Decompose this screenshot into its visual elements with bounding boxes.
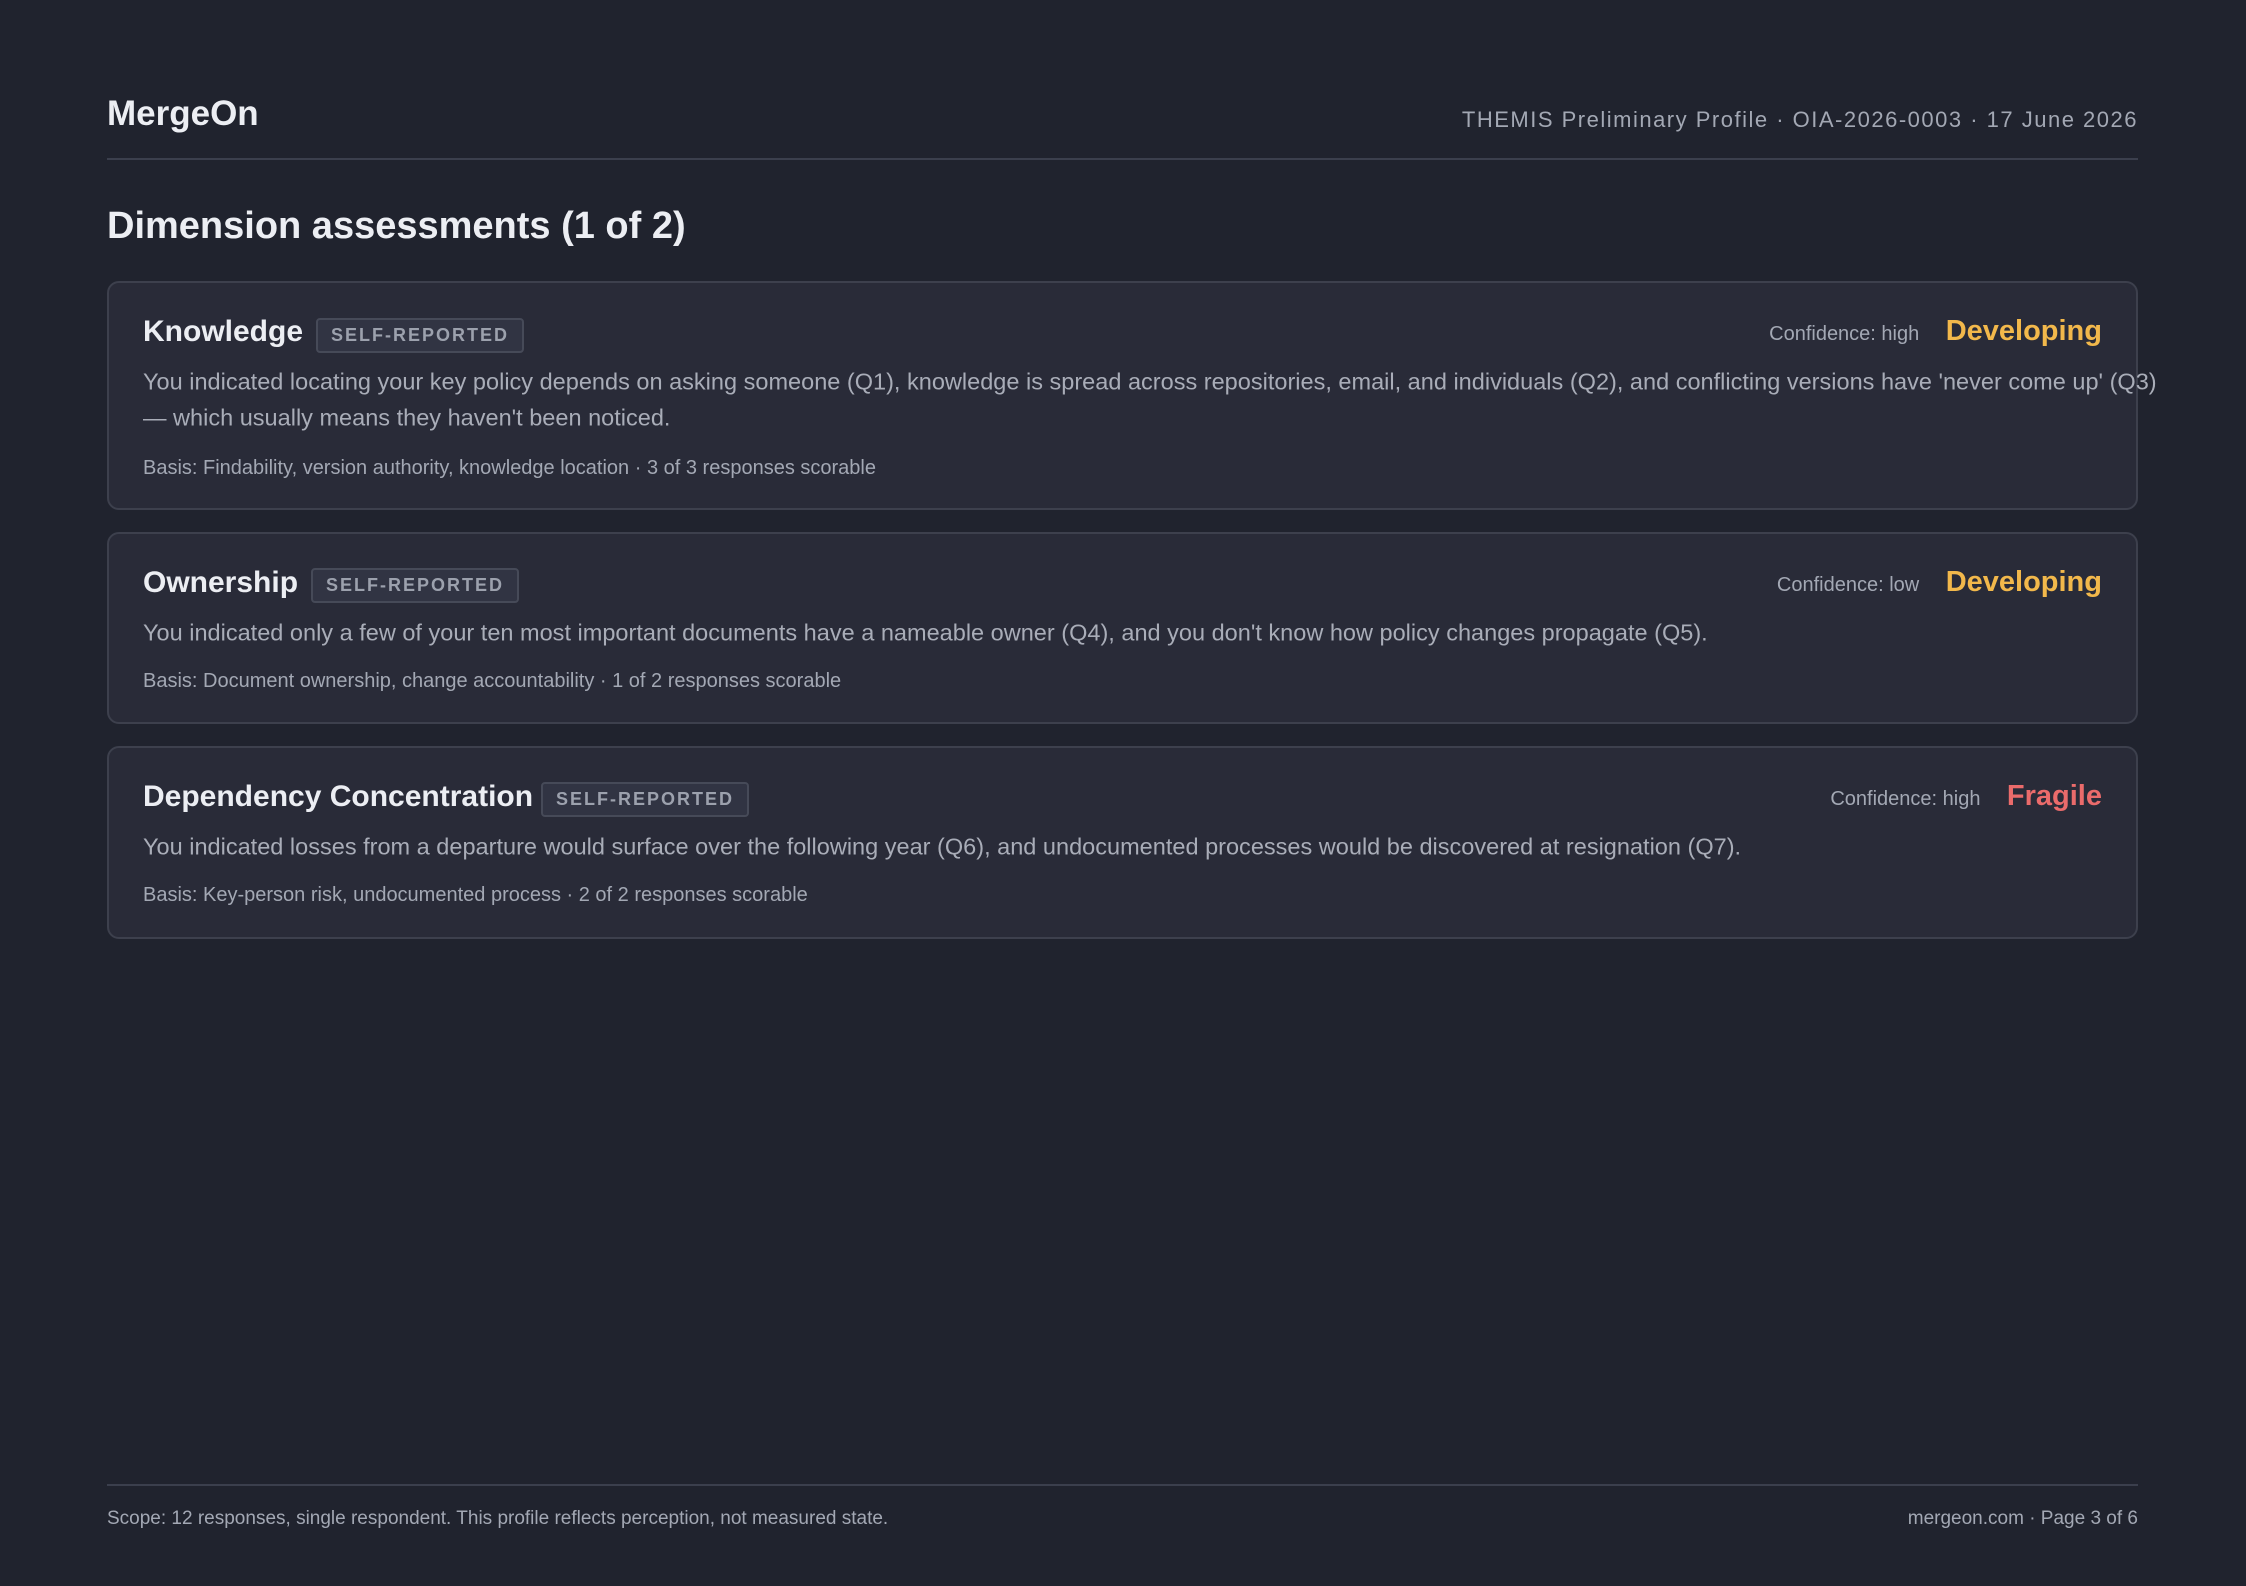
dimension-name: Ownership bbox=[143, 566, 299, 599]
dimension-status: Confidence: high Fragile bbox=[1830, 780, 2102, 813]
dimension-description: You indicated losses from a departure wo… bbox=[143, 833, 1742, 861]
dimension-card-ownership: Ownership SELF-REPORTED Confidence: low … bbox=[107, 532, 2138, 724]
dimension-description: You indicated only a few of your ten mos… bbox=[143, 619, 1708, 647]
page-footer: Scope: 12 responses, single respondent. … bbox=[107, 1484, 2138, 1529]
dimension-description: You indicated locating your key policy d… bbox=[143, 368, 2157, 432]
confidence-label: Confidence: low bbox=[1776, 574, 1920, 596]
dimension-status: Confidence: high Developing bbox=[1769, 315, 2102, 348]
dimension-card-knowledge: Knowledge SELF-REPORTED Confidence: high… bbox=[107, 281, 2157, 510]
rating-label: Fragile bbox=[2006, 780, 2102, 812]
self-reported-badge: SELF-REPORTED bbox=[541, 782, 750, 817]
self-reported-badge: SELF-REPORTED bbox=[316, 318, 525, 353]
report-page: MergeOn THEMIS Preliminary Profile · OIA… bbox=[107, 0, 2157, 1586]
dimension-card-dependency-concentration: Dependency Concentration SELF-REPORTED C… bbox=[107, 746, 2138, 939]
brand-logo-text: MergeOn bbox=[107, 94, 259, 133]
rating-label: Developing bbox=[1945, 566, 2102, 598]
dimension-basis: Basis: Key-person risk, undocumented pro… bbox=[143, 884, 808, 906]
section-title: Dimension assessments (1 of 2) bbox=[107, 205, 686, 247]
scope-note: Scope: 12 responses, single respondent. … bbox=[107, 1508, 889, 1529]
dimension-name: Knowledge bbox=[143, 315, 304, 348]
page-header: MergeOn THEMIS Preliminary Profile · OIA… bbox=[107, 88, 2138, 160]
dimension-status: Confidence: low Developing bbox=[1777, 566, 2102, 599]
self-reported-badge: SELF-REPORTED bbox=[311, 568, 520, 603]
confidence-label: Confidence: high bbox=[1769, 323, 1920, 345]
rating-label: Developing bbox=[1945, 315, 2102, 347]
page-info: mergeon.com · Page 3 of 6 bbox=[1907, 1508, 2138, 1529]
document-meta: THEMIS Preliminary Profile · OIA-2026-00… bbox=[1461, 107, 2138, 132]
dimension-basis: Basis: Document ownership, change accoun… bbox=[143, 670, 842, 692]
dimension-name: Dependency Concentration bbox=[143, 780, 534, 813]
confidence-label: Confidence: high bbox=[1830, 788, 1981, 810]
dimension-basis: Basis: Findability, version authority, k… bbox=[143, 457, 876, 479]
